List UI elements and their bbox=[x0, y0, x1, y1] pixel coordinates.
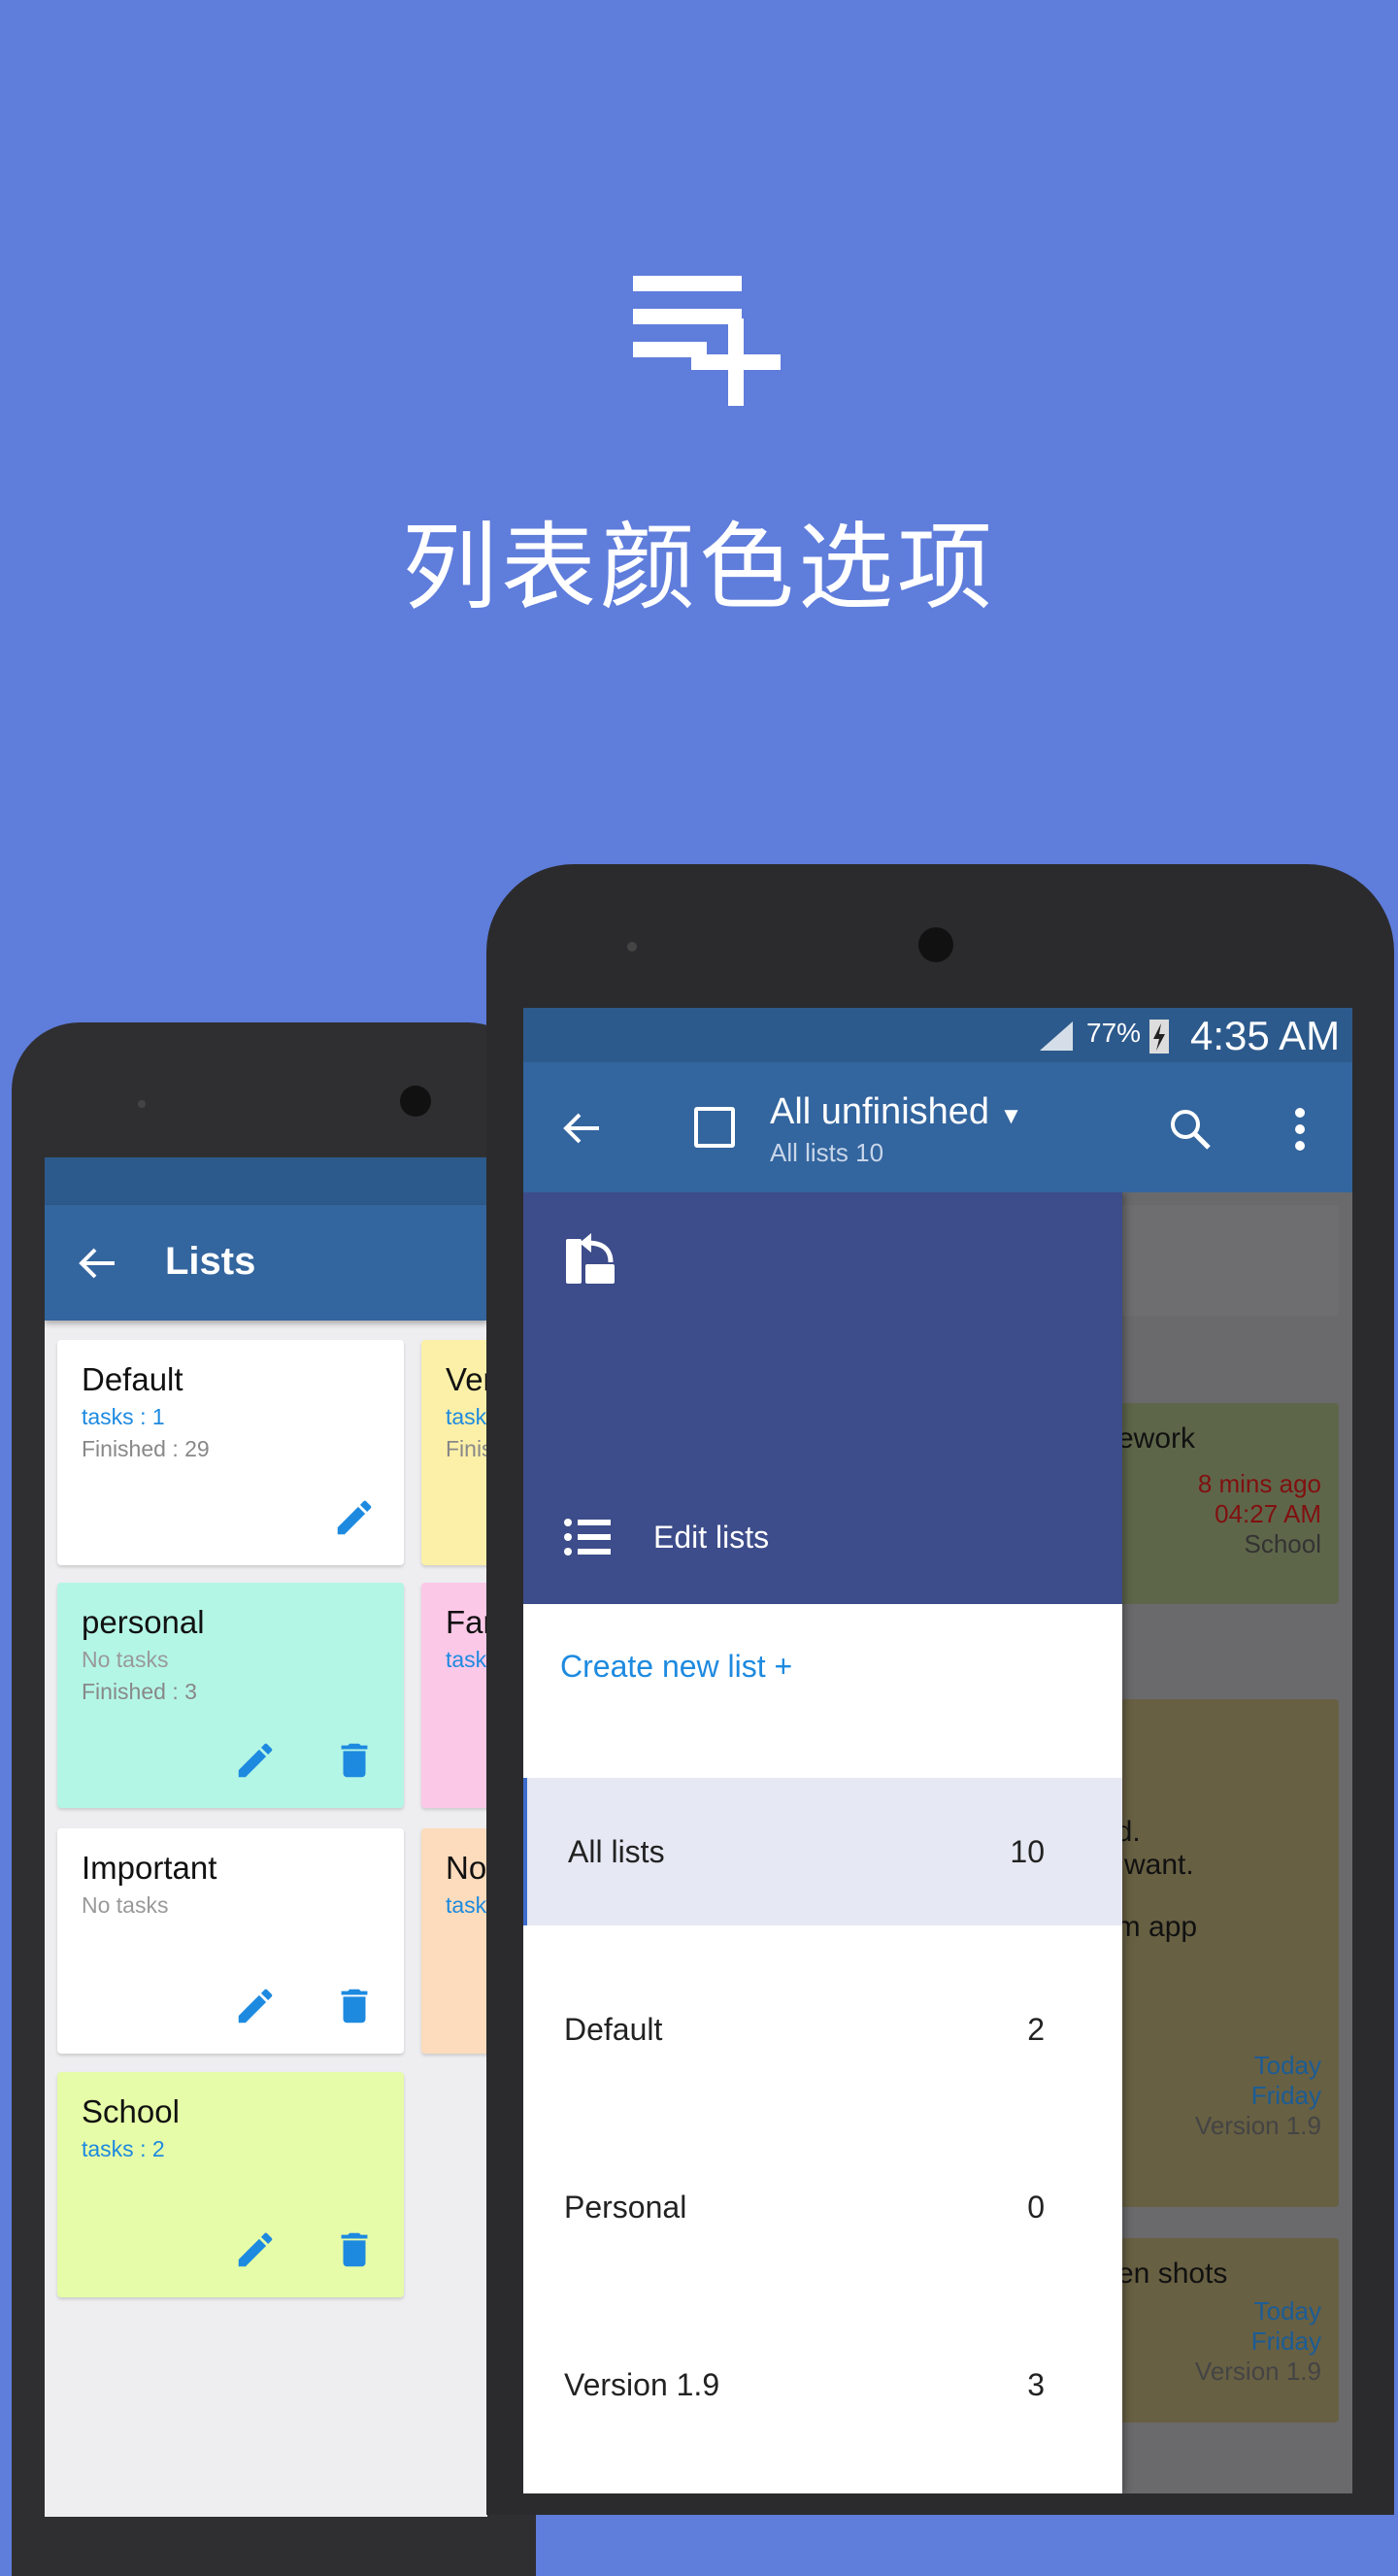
task-card: ework 8 mins ago 04:27 AM School bbox=[1117, 1403, 1339, 1604]
edit-icon[interactable] bbox=[233, 1738, 278, 1783]
task-card: od. u want. om app Today Friday Version … bbox=[1100, 1699, 1339, 2207]
hero-title: 列表颜色选项 bbox=[401, 513, 996, 623]
filter-subtitle: All lists 10 bbox=[770, 1138, 884, 1167]
task-due: 8 mins ago bbox=[1197, 1469, 1321, 1498]
arrow-back-icon[interactable] bbox=[562, 1111, 601, 1146]
task-list: Version 1.9 bbox=[1194, 2357, 1321, 2386]
drawer-header: Edit lists bbox=[523, 1192, 1122, 1604]
task-note-line: om app bbox=[1100, 1911, 1198, 1943]
battery-percent: 77% bbox=[1086, 1018, 1142, 1048]
filter-dropdown[interactable]: All unfinished ▼ bbox=[770, 1091, 1022, 1133]
task-date: Friday bbox=[1250, 2326, 1321, 2356]
list-name: No bbox=[446, 1850, 487, 1886]
edit-icon[interactable] bbox=[233, 1984, 278, 2028]
task-list: School bbox=[1244, 1529, 1322, 1558]
list-card[interactable]: Ver task Finis bbox=[421, 1340, 487, 1565]
dropdown-arrow-icon: ▼ bbox=[999, 1103, 1023, 1129]
list-card[interactable]: Far task bbox=[421, 1583, 487, 1808]
clock: 4:35 AM bbox=[1190, 1013, 1341, 1058]
list-name: Default bbox=[564, 2011, 663, 2047]
list-task-count: No tasks bbox=[82, 1647, 169, 1672]
drawer-list-item[interactable]: Version 1.9 3 bbox=[523, 2311, 1122, 2459]
list-task-count: task bbox=[446, 1404, 487, 1429]
list-name: Ver bbox=[446, 1361, 487, 1397]
list-name: Personal bbox=[564, 2189, 687, 2225]
task-title: en shots bbox=[1117, 2258, 1228, 2290]
task-date: Friday bbox=[1250, 2081, 1321, 2110]
toolbar: All unfinished ▼ All lists 10 bbox=[523, 1062, 1352, 1192]
toolbar-title: Lists bbox=[165, 1240, 256, 1283]
navigation-drawer: Edit lists Create new list + All lists 10… bbox=[523, 1192, 1122, 2493]
list-count: 3 bbox=[1027, 2366, 1045, 2402]
edit-icon[interactable] bbox=[332, 1495, 377, 1540]
list-name: Important bbox=[82, 1850, 217, 1886]
task-note-line: od. bbox=[1100, 1816, 1321, 1849]
task-card bbox=[1119, 1205, 1339, 1316]
list-card[interactable]: personal No tasks Finished : 3 bbox=[57, 1583, 404, 1808]
list-count: 0 bbox=[1027, 2189, 1045, 2225]
list-name: All lists bbox=[568, 1833, 665, 1869]
toolbar: Lists bbox=[45, 1205, 487, 1321]
status-bar: 77% 4:35 AM bbox=[523, 1008, 1352, 1062]
list-finished-count: Finished : 3 bbox=[82, 1679, 197, 1704]
battery-charging-icon bbox=[1149, 1020, 1169, 1054]
delete-icon[interactable] bbox=[332, 1738, 377, 1783]
list-icon bbox=[564, 1519, 611, 1556]
drawer-list-item[interactable]: Personal 0 bbox=[523, 2133, 1122, 2281]
list-name: School bbox=[82, 2093, 180, 2129]
list-task-count: task bbox=[446, 1647, 487, 1672]
task-title: ework bbox=[1117, 1422, 1196, 1455]
filter-title: All unfinished bbox=[770, 1091, 990, 1132]
more-options-icon[interactable] bbox=[1294, 1107, 1306, 1152]
edit-icon[interactable] bbox=[233, 2227, 278, 2272]
list-card[interactable]: Important No tasks bbox=[57, 1828, 404, 2054]
arrow-back-icon[interactable] bbox=[78, 1246, 116, 1281]
task-list: Version 1.9 bbox=[1194, 2111, 1321, 2140]
lists-screen: Lists Default tasks : 1 Finished : 29 Ver… bbox=[45, 1157, 487, 2517]
list-card[interactable]: No task bbox=[421, 1828, 487, 2054]
search-icon[interactable] bbox=[1168, 1107, 1213, 1152]
playlist-add-icon bbox=[633, 276, 781, 406]
delete-icon[interactable] bbox=[332, 2227, 377, 2272]
list-name: Version 1.9 bbox=[564, 2366, 720, 2402]
list-task-count: tasks : 1 bbox=[82, 1404, 165, 1429]
task-date: Today bbox=[1253, 2051, 1321, 2080]
task-card: en shots Today Friday Version 1.9 bbox=[1117, 2238, 1339, 2423]
tasks-screen: 77% 4:35 AM All unfinished ▼ All lists 1… bbox=[523, 1008, 1352, 2493]
list-count: 2 bbox=[1027, 2011, 1045, 2047]
list-task-count: task bbox=[446, 1892, 487, 1918]
switch-view-icon[interactable] bbox=[564, 1231, 616, 1286]
task-date: Today bbox=[1253, 2296, 1321, 2325]
create-list-button[interactable]: Create new list + bbox=[560, 1649, 792, 1685]
drawer-list-item[interactable]: All lists 10 bbox=[523, 1778, 1122, 1925]
list-finished-count: Finished : 29 bbox=[82, 1436, 210, 1461]
list-name: personal bbox=[82, 1604, 205, 1640]
select-all-checkbox[interactable] bbox=[694, 1107, 735, 1148]
list-card[interactable]: Default tasks : 1 Finished : 29 bbox=[57, 1340, 404, 1565]
edit-lists-label: Edit lists bbox=[653, 1519, 770, 1555]
task-note-line: u want. bbox=[1100, 1849, 1194, 1881]
delete-icon[interactable] bbox=[332, 1984, 377, 2028]
list-count: 10 bbox=[1010, 1833, 1045, 1869]
list-task-count: No tasks bbox=[82, 1892, 169, 1918]
list-name: Default bbox=[82, 1361, 183, 1397]
signal-icon bbox=[1040, 1021, 1073, 1051]
edit-lists-button[interactable]: Edit lists bbox=[564, 1518, 769, 1556]
list-card[interactable]: School tasks : 2 bbox=[57, 2072, 404, 2297]
drawer-list-item[interactable]: Default 2 bbox=[523, 1956, 1122, 2103]
status-bar bbox=[45, 1157, 487, 1205]
list-task-count: tasks : 2 bbox=[82, 2136, 165, 2161]
task-time: 04:27 AM bbox=[1215, 1499, 1321, 1528]
list-name: Far bbox=[446, 1604, 487, 1640]
list-finished-count: Finis bbox=[446, 1436, 487, 1461]
